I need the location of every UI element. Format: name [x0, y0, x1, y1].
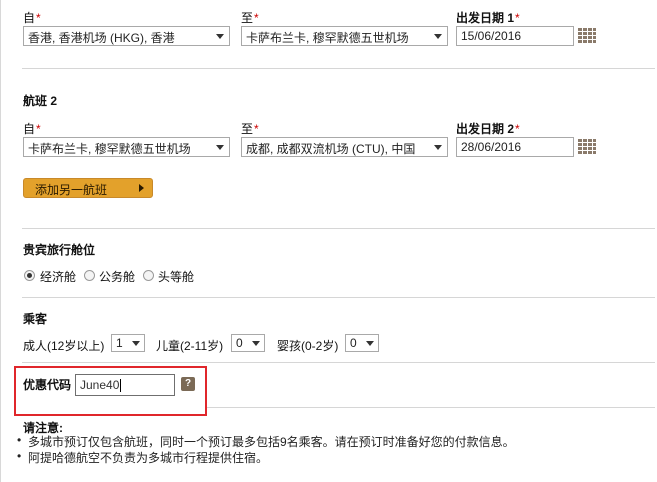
flight1-date-label: 出发日期 1* [456, 11, 520, 25]
flight1-from-value: 香港, 香港机场 (HKG), 香港 [28, 31, 175, 45]
chevron-down-icon [252, 341, 260, 346]
divider [22, 68, 655, 69]
flight1-from-label: 自* [23, 11, 41, 25]
chevron-down-icon [216, 145, 224, 150]
highlight-box [14, 366, 207, 416]
left-border [0, 0, 1, 482]
flight2-to-label: 至* [241, 122, 259, 136]
divider [22, 297, 655, 298]
infant-label: 婴孩(0-2岁) [277, 339, 339, 353]
adult-count-value: 1 [116, 336, 123, 350]
add-flight-button[interactable]: 添加另一航班 [23, 178, 153, 198]
cabin-economy-radio[interactable] [24, 270, 35, 281]
cabin-first-radio[interactable] [143, 270, 154, 281]
calendar-icon[interactable] [578, 28, 596, 43]
flight2-from-label: 自* [23, 122, 41, 136]
flight2-title: 航班 2 [23, 94, 58, 108]
infant-count-value: 0 [350, 336, 357, 350]
adult-count-select[interactable]: 1 [111, 334, 145, 352]
flight1-from-select[interactable]: 香港, 香港机场 (HKG), 香港 [23, 26, 230, 46]
flight2-to-select[interactable]: 成都, 成都双流机场 (CTU), 中国 [241, 137, 448, 157]
child-label: 儿童(2-11岁) [156, 339, 224, 353]
chevron-down-icon [132, 341, 140, 346]
flight2-date-input[interactable]: 28/06/2016 [456, 137, 574, 157]
flight1-to-value: 卡萨布兰卡, 穆罕默德五世机场 [246, 31, 409, 45]
note-item: 阿提哈德航空不负责为多城市行程提供住宿。 [17, 449, 268, 466]
chevron-down-icon [216, 34, 224, 39]
divider [22, 228, 655, 229]
cabin-business-label[interactable]: 公务舱 [99, 268, 135, 285]
flight2-to-value: 成都, 成都双流机场 (CTU), 中国 [246, 142, 416, 156]
note-item: 多城市预订仅包含航班，同时一个预订最多包括9名乘客。请在预订时准备好您的付款信息… [17, 433, 515, 450]
chevron-down-icon [366, 341, 374, 346]
chevron-down-icon [434, 145, 442, 150]
flight1-date-input[interactable]: 15/06/2016 [456, 26, 574, 46]
flight1-to-label: 至* [241, 11, 259, 25]
flight1-to-select[interactable]: 卡萨布兰卡, 穆罕默德五世机场 [241, 26, 448, 46]
cabin-economy-label[interactable]: 经济舱 [40, 268, 76, 285]
add-flight-label: 添加另一航班 [35, 183, 108, 197]
adult-label: 成人(12岁以上) [23, 339, 105, 353]
flight2-date-label: 出发日期 2* [456, 122, 520, 136]
child-count-value: 0 [236, 336, 243, 350]
chevron-down-icon [434, 34, 442, 39]
calendar-icon[interactable] [578, 139, 596, 154]
child-count-select[interactable]: 0 [231, 334, 265, 352]
cabin-title: 贵宾旅行舱位 [23, 243, 96, 257]
cabin-first-label[interactable]: 头等舱 [158, 268, 194, 285]
divider [207, 407, 655, 408]
flight2-from-select[interactable]: 卡萨布兰卡, 穆罕默德五世机场 [23, 137, 230, 157]
flight2-from-value: 卡萨布兰卡, 穆罕默德五世机场 [28, 142, 191, 156]
passengers-title: 乘客 [23, 312, 48, 326]
chevron-right-icon [139, 184, 144, 192]
cabin-business-radio[interactable] [84, 270, 95, 281]
infant-count-select[interactable]: 0 [345, 334, 379, 352]
divider [22, 362, 655, 363]
